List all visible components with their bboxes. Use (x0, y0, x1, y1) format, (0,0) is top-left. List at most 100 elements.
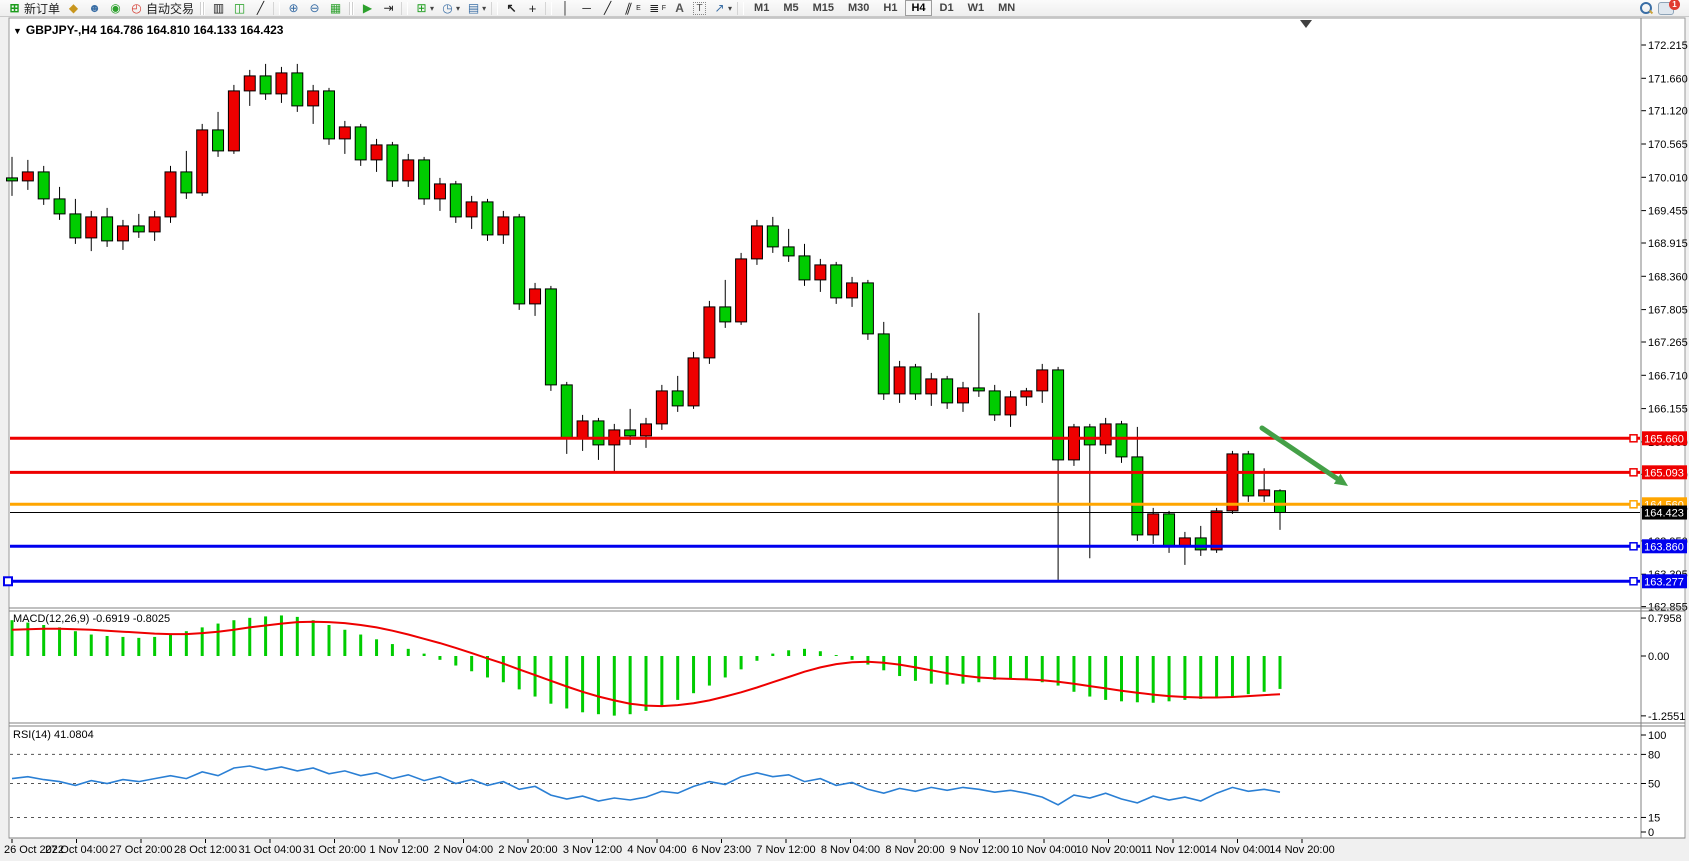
bar-chart-icon: ▥ (211, 1, 226, 16)
timeframe-H1[interactable]: H1 (877, 0, 903, 16)
templates-dropdown[interactable]: ▤▾ (463, 1, 489, 16)
svg-text:163.860: 163.860 (1644, 541, 1684, 553)
svg-text:0: 0 (1648, 827, 1654, 839)
arrows-dropdown[interactable]: ↗▾ (709, 1, 735, 16)
chart-canvas[interactable]: 172.215171.660171.120170.565170.010169.4… (0, 17, 1689, 861)
toolbar-separator (491, 2, 498, 15)
notifications-button[interactable]: 1 (1655, 1, 1689, 16)
bar-chart-button[interactable]: ▥ (208, 1, 229, 16)
svg-text:168.360: 168.360 (1648, 271, 1688, 283)
svg-text:6 Nov 23:00: 6 Nov 23:00 (692, 844, 751, 856)
timeframe-MN[interactable]: MN (992, 0, 1021, 16)
svg-text:167.265: 167.265 (1648, 337, 1688, 349)
new-chart-icon: ⊞ (414, 1, 429, 16)
svg-text:168.915: 168.915 (1648, 238, 1688, 250)
auto-trading-button[interactable]: ◴ 自动交易 (126, 1, 197, 16)
notification-badge: 1 (1669, 0, 1680, 10)
svg-text:14 Nov 20:00: 14 Nov 20:00 (1269, 844, 1334, 856)
candlestick-chart-button[interactable]: ◫ (229, 1, 250, 16)
chat-bubble-icon: 1 (1658, 2, 1674, 15)
new-order-button[interactable]: ⊞ 新订单 (4, 1, 63, 16)
equidistant-channel-icon: ∥ (619, 1, 639, 16)
new-chart-dropdown[interactable]: ⊞▾ (411, 1, 437, 16)
svg-text:10 Nov 04:00: 10 Nov 04:00 (1011, 844, 1076, 856)
auto-trading-label: 自动交易 (146, 0, 194, 17)
timeframe-group: M1M5M15M30H1H4D1W1MN (747, 0, 1022, 16)
svg-text:100: 100 (1648, 730, 1666, 742)
svg-text:27 Oct 04:00: 27 Oct 04:00 (45, 844, 108, 856)
svg-text:170.565: 170.565 (1648, 139, 1688, 151)
zoom-out-button[interactable]: ⊖ (304, 1, 325, 16)
svg-text:167.805: 167.805 (1648, 305, 1688, 317)
toolbar-separator (273, 2, 280, 15)
svg-text:31 Oct 20:00: 31 Oct 20:00 (303, 844, 366, 856)
svg-text:166.155: 166.155 (1648, 404, 1688, 416)
cursor-button[interactable]: ↖ (501, 1, 522, 16)
signal-button[interactable]: ◉ (105, 1, 126, 16)
timeframe-D1[interactable]: D1 (934, 0, 960, 16)
profile-button[interactable]: ☻ (84, 1, 105, 16)
eraser-button[interactable]: ◆ (63, 1, 84, 16)
channel-button[interactable]: ∥E (618, 1, 644, 16)
svg-text:2 Nov 20:00: 2 Nov 20:00 (498, 844, 557, 856)
timeframe-H4[interactable]: H4 (905, 0, 931, 16)
chevron-down-icon: ▾ (728, 4, 732, 13)
text-label-button[interactable]: T (690, 1, 709, 16)
timeframe-W1[interactable]: W1 (962, 0, 991, 16)
svg-text:8 Nov 20:00: 8 Nov 20:00 (885, 844, 944, 856)
svg-text:170.010: 170.010 (1648, 172, 1688, 184)
toolbar-grip (349, 2, 354, 15)
tile-windows-button[interactable]: ▦ (325, 1, 346, 16)
svg-text:171.660: 171.660 (1648, 73, 1688, 85)
toolbar-separator (401, 2, 408, 15)
periods-dropdown[interactable]: ◷▾ (437, 1, 463, 16)
timeframe-M15[interactable]: M15 (807, 0, 840, 16)
toolbar-separator (737, 2, 744, 15)
horizontal-line-icon: ─ (579, 1, 594, 16)
svg-text:28 Oct 12:00: 28 Oct 12:00 (174, 844, 237, 856)
svg-text:11 Nov 12:00: 11 Nov 12:00 (1141, 844, 1206, 856)
line-chart-button[interactable]: ╱ (250, 1, 271, 16)
svg-text:165.093: 165.093 (1644, 467, 1684, 479)
strategy-test-button[interactable]: ▶ (357, 1, 378, 16)
new-order-icon: ⊞ (7, 1, 22, 16)
svg-text:14 Nov 04:00: 14 Nov 04:00 (1205, 844, 1270, 856)
chevron-down-icon: ▾ (456, 4, 460, 13)
cursor-icon: ↖ (504, 1, 519, 16)
crosshair-icon: + (525, 1, 540, 16)
toolbar-separator (545, 2, 552, 15)
auto-trading-icon: ◴ (129, 1, 144, 16)
clock-icon: ◷ (440, 1, 455, 16)
timeframe-M5[interactable]: M5 (777, 0, 804, 16)
search-button[interactable] (1637, 1, 1655, 16)
tile-windows-icon: ▦ (328, 1, 343, 16)
zoom-in-button[interactable]: ⊕ (283, 1, 304, 16)
toolbar: ⊞ 新订单 ◆ ☻ ◉ ◴ 自动交易 ▥ ◫ ╱ ⊕ ⊖ ▦ ▶ ⇥ ⊞▾ ◷▾… (0, 0, 1689, 17)
timeframe-M1[interactable]: M1 (748, 0, 775, 16)
timeframe-M30[interactable]: M30 (842, 0, 875, 16)
svg-text:-1.2551: -1.2551 (1648, 711, 1685, 723)
svg-text:7 Nov 12:00: 7 Nov 12:00 (756, 844, 815, 856)
svg-text:15: 15 (1648, 812, 1660, 824)
zoom-out-icon: ⊖ (307, 1, 322, 16)
toolbar-grip (200, 2, 205, 15)
search-icon (1640, 2, 1652, 14)
fibonacci-icon: ≣ (647, 1, 662, 16)
eraser-icon: ◆ (66, 1, 81, 16)
svg-text:164.423: 164.423 (1644, 508, 1684, 520)
step-forward-button[interactable]: ⇥ (378, 1, 399, 16)
template-icon: ▤ (466, 1, 481, 16)
svg-text:171.120: 171.120 (1648, 106, 1688, 118)
svg-text:9 Nov 12:00: 9 Nov 12:00 (950, 844, 1009, 856)
line-chart-icon: ╱ (253, 1, 268, 16)
trendline-button[interactable]: ╱ (597, 1, 618, 16)
crosshair-button[interactable]: + (522, 1, 543, 16)
svg-text:165.660: 165.660 (1644, 433, 1684, 445)
svg-text:27 Oct 20:00: 27 Oct 20:00 (110, 844, 173, 856)
text-label-icon: T (693, 2, 706, 15)
svg-text:50: 50 (1648, 779, 1660, 791)
horizontal-line-button[interactable]: ─ (576, 1, 597, 16)
text-button[interactable]: A (669, 1, 690, 16)
vertical-line-button[interactable]: │ (555, 1, 576, 16)
fibonacci-button[interactable]: ≣F (644, 1, 669, 16)
